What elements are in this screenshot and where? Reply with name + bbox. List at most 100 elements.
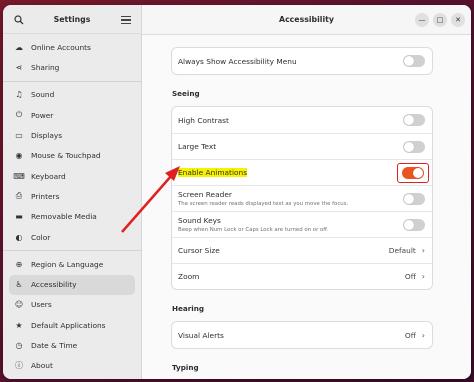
mouse-icon: ◉ [15, 151, 23, 161]
chevron-right-icon: › [421, 272, 425, 281]
sidebar-item-label: Mouse & Touchpad [31, 151, 101, 161]
always-show-menu-row[interactable]: Always Show Accessibility Menu [172, 48, 432, 74]
enable-animations-toggle[interactable] [402, 166, 424, 179]
sound-keys-description: Beep when Num Lock or Caps Lock are turn… [178, 227, 329, 233]
sidebar-item-accessibility[interactable]: ♿ Accessibility [9, 274, 135, 295]
visual-alerts-row[interactable]: Visual Alerts Off › [172, 322, 432, 348]
main-panel: Accessibility — □ ✕ Always Show Accessib… [142, 5, 471, 379]
minimize-button[interactable]: — [415, 13, 429, 27]
cursor-size-label: Cursor Size [178, 246, 220, 255]
info-icon: ⓘ [15, 361, 23, 371]
sidebar-item-mouse-touchpad[interactable]: ◉ Mouse & Touchpad [9, 146, 135, 166]
power-icon: ⏻ [15, 110, 23, 120]
zoom-row[interactable]: Zoom Off › [172, 263, 432, 289]
large-text-toggle[interactable] [403, 140, 425, 153]
sidebar-item-users[interactable]: ☺ Users [9, 295, 135, 315]
sidebar-item-label: Printers [31, 191, 60, 201]
sidebar-item-about[interactable]: ⓘ About [9, 356, 135, 376]
sidebar-header: Settings [3, 5, 141, 35]
sidebar-item-label: Removable Media [31, 212, 97, 222]
sidebar-item-label: Color [31, 232, 51, 242]
sidebar-item-printers[interactable]: ⎙ Printers [9, 186, 135, 206]
music-note-icon: ♫ [15, 90, 23, 100]
sidebar-item-label: About [31, 361, 53, 371]
maximize-icon: □ [436, 16, 444, 24]
accessibility-icon: ♿ [15, 280, 23, 290]
sidebar-item-sound[interactable]: ♫ Sound [9, 85, 135, 105]
screen-reader-description: The screen reader reads displayed text a… [178, 201, 349, 207]
high-contrast-toggle[interactable] [403, 114, 425, 126]
sidebar-item-label: Online Accounts [31, 42, 91, 52]
always-show-menu-toggle[interactable] [403, 55, 425, 67]
sound-keys-toggle[interactable] [403, 218, 425, 231]
sidebar-item-displays[interactable]: ▭ Displays [9, 125, 135, 145]
sidebar-item-power[interactable]: ⏻ Power [9, 105, 135, 125]
sidebar-item-color[interactable]: ◐ Color [9, 227, 135, 247]
sidebar-item-label: Sound [31, 90, 55, 100]
sidebar-item-label: Accessibility [31, 280, 77, 290]
sidebar-item-region-language[interactable]: ⊕ Region & Language [9, 254, 135, 274]
sidebar-item-label: Keyboard [31, 171, 66, 181]
sidebar-item-date-time[interactable]: ◷ Date & Time [9, 335, 135, 355]
sidebar-item-label: Displays [31, 131, 63, 141]
sidebar-item-label: Users [31, 300, 52, 310]
close-icon: ✕ [455, 16, 461, 24]
minimize-icon: — [418, 16, 426, 24]
clock-icon: ◷ [15, 341, 23, 351]
sound-keys-row[interactable]: Sound Keys Beep when Num Lock or Caps Lo… [172, 211, 432, 237]
cursor-size-row[interactable]: Cursor Size Default › [172, 237, 432, 263]
screen-reader-label: Screen Reader [178, 190, 232, 199]
large-text-row[interactable]: Large Text [172, 133, 432, 159]
screen-reader-toggle[interactable] [403, 192, 425, 205]
media-icon: ▬ [15, 212, 23, 222]
toggle-highlight-box [397, 162, 429, 183]
sidebar-item-label: Power [31, 110, 54, 120]
printer-icon: ⎙ [15, 191, 23, 201]
seeing-card: High Contrast Large Text Enable Animatio… [171, 106, 433, 290]
cloud-icon: ☁ [15, 42, 23, 52]
typing-section-title: Typing [172, 363, 199, 372]
always-show-menu-label: Always Show Accessibility Menu [178, 56, 297, 66]
maximize-button[interactable]: □ [433, 13, 447, 27]
keyboard-icon: ⌨ [13, 171, 25, 181]
page-title: Accessibility [279, 15, 334, 24]
chevron-right-icon: › [421, 246, 425, 255]
sidebar: Settings ☁ Online Accounts ⋖ Sharing ♫ Sound ⏻… [3, 5, 142, 379]
sidebar-item-removable-media[interactable]: ▬ Removable Media [9, 207, 135, 227]
sidebar-separator [3, 80, 141, 82]
sidebar-item-online-accounts[interactable]: ☁ Online Accounts [9, 37, 135, 57]
hearing-card: Visual Alerts Off › [171, 321, 433, 349]
share-icon: ⋖ [15, 63, 23, 73]
settings-window: Settings ☁ Online Accounts ⋖ Sharing ♫ Sound ⏻… [3, 5, 471, 379]
sound-keys-label: Sound Keys [178, 216, 221, 225]
color-icon: ◐ [15, 232, 23, 242]
sidebar-item-label: Default Applications [31, 320, 106, 330]
sidebar-item-label: Date & Time [31, 341, 78, 351]
hearing-section-title: Hearing [172, 304, 205, 313]
large-text-label: Large Text [178, 142, 217, 151]
screen-reader-row[interactable]: Screen Reader The screen reader reads di… [172, 185, 432, 211]
main-header: Accessibility — □ ✕ [142, 5, 471, 35]
high-contrast-row[interactable]: High Contrast [172, 107, 432, 133]
cursor-size-value: Default [388, 246, 416, 255]
sidebar-item-label: Sharing [31, 63, 60, 73]
settings-content: Always Show Accessibility Menu Seeing Hi… [171, 35, 433, 379]
enable-animations-row[interactable]: Enable Animations [172, 159, 432, 185]
sidebar-separator [3, 250, 141, 252]
search-icon[interactable] [13, 14, 25, 26]
globe-icon: ⊕ [15, 259, 23, 269]
sidebar-item-keyboard[interactable]: ⌨ Keyboard [9, 166, 135, 186]
visual-alerts-label: Visual Alerts [178, 330, 224, 340]
zoom-value: Off [404, 272, 416, 281]
sidebar-item-label: Region & Language [31, 259, 104, 269]
seeing-section-title: Seeing [172, 89, 200, 98]
display-icon: ▭ [15, 131, 23, 141]
chevron-right-icon: › [421, 330, 425, 340]
sidebar-item-default-applications[interactable]: ★ Default Applications [9, 315, 135, 335]
hamburger-menu-icon[interactable] [121, 14, 131, 26]
high-contrast-label: High Contrast [178, 115, 229, 125]
sidebar-item-sharing[interactable]: ⋖ Sharing [9, 58, 135, 78]
star-icon: ★ [15, 320, 23, 330]
users-icon: ☺ [14, 300, 24, 310]
close-button[interactable]: ✕ [451, 13, 465, 27]
